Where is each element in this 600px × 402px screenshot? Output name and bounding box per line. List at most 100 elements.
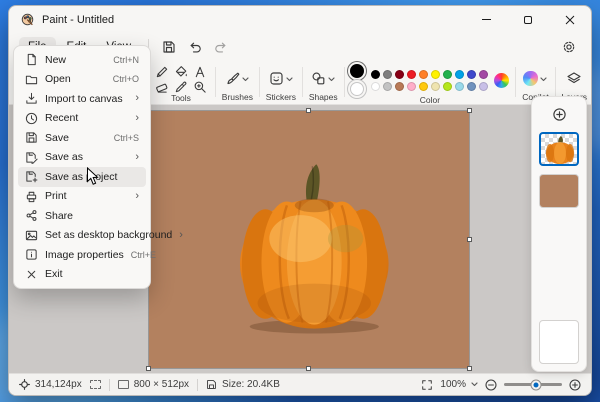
fill-bucket-icon [174,65,188,79]
maximize-button[interactable] [507,6,549,33]
color-section: Color [346,60,513,104]
shapes-section[interactable]: Shapes [305,60,342,104]
selection-handle[interactable] [146,366,151,371]
selection-handle[interactable] [306,366,311,371]
menu-item-import-to-canvas[interactable]: Import to canvas › [18,89,146,109]
color-swatch[interactable] [443,70,452,79]
file-size-indicator: Size: 20.4KB [206,379,280,390]
chevron-down-icon [471,379,478,390]
menu-item-open[interactable]: Open Ctrl+O [18,70,146,90]
gear-icon [562,40,576,54]
color-swatch[interactable] [419,70,428,79]
stickers-section[interactable]: Stickers [262,60,300,104]
copilot-icon [523,71,538,86]
menu-item-share[interactable]: Share [18,206,146,226]
maximize-icon [524,16,532,24]
file-size-value: Size: 20.4KB [222,379,280,390]
properties-icon [25,248,38,261]
mouse-cursor [86,167,99,186]
zoom-level-value: 100% [440,379,466,390]
color-swatch[interactable] [407,82,416,91]
layer-thumbnail-1[interactable] [539,132,579,166]
text-icon [193,65,207,79]
menu-item-save[interactable]: Save Ctrl+S [18,128,146,148]
selection-handle[interactable] [467,237,472,242]
color-swatch[interactable] [395,70,404,79]
save-icon [162,40,176,54]
color-swatch[interactable] [407,70,416,79]
color-swatch[interactable] [455,82,464,91]
selection-handle[interactable] [467,108,472,113]
color-swatch[interactable] [455,70,464,79]
zoom-slider[interactable] [504,383,562,386]
secondary-color-swatch[interactable] [350,82,364,96]
cursor-position-indicator: 314,124px [19,379,82,390]
undo-button[interactable] [183,36,207,58]
separator [555,67,556,97]
settings-button[interactable] [557,36,581,58]
close-icon [565,15,575,25]
add-layer-button[interactable] [549,104,569,124]
color-swatch[interactable] [467,70,476,79]
close-button[interactable] [549,6,591,33]
canvas[interactable] [149,111,469,368]
statusbar: 314,124px 800 × 512px Size: 20.4KB 100% [9,373,591,395]
magnifier-tool[interactable] [191,79,209,94]
layers-panel [531,96,587,372]
menu-item-new[interactable]: New Ctrl+N [18,50,146,70]
color-swatch[interactable] [383,82,392,91]
minimize-icon [482,19,491,20]
color-swatch[interactable] [431,82,440,91]
menu-item-set-as-desktop-background[interactable]: Set as desktop background › [18,226,146,246]
color-swatch[interactable] [479,82,488,91]
file-menu-dropdown: New Ctrl+N Open Ctrl+O Import to canvas … [13,45,151,289]
save-button[interactable] [157,36,181,58]
menu-item-exit[interactable]: Exit [18,265,146,285]
paint-window: Paint - Untitled File Edit View [8,5,592,396]
eraser-tool[interactable] [153,79,171,94]
minimize-button[interactable] [465,6,507,33]
text-tool[interactable] [191,64,209,79]
color-swatch[interactable] [383,70,392,79]
edit-colors-button[interactable] [494,73,509,88]
separator [215,67,216,97]
pencil-tool[interactable] [153,64,171,79]
separator [109,379,110,391]
menu-item-image-properties[interactable]: Image properties Ctrl+E [18,245,146,265]
color-swatch[interactable] [371,82,380,91]
submenu-chevron-icon: › [135,93,139,104]
redo-button[interactable] [209,36,233,58]
selection-handle[interactable] [467,366,472,371]
color-swatch[interactable] [395,82,404,91]
chevron-down-icon [328,69,335,87]
menu-item-recent[interactable]: Recent › [18,109,146,129]
color-swatch[interactable] [419,82,428,91]
zoom-in-button[interactable] [569,379,581,391]
color-swatch[interactable] [431,70,440,79]
desktop: Paint - Untitled File Edit View [0,0,600,402]
color-swatch[interactable] [443,82,452,91]
zoom-slider-knob[interactable] [531,380,540,389]
selection-handle[interactable] [306,108,311,113]
fit-to-screen-icon[interactable] [421,379,433,391]
sticker-icon [269,71,284,86]
color-swatches [369,68,489,92]
zoom-out-button[interactable] [485,379,497,391]
background-layer-thumbnail[interactable] [539,320,579,364]
color-swatch[interactable] [467,82,476,91]
primary-color-swatch[interactable] [350,64,364,78]
menu-item-print[interactable]: Print › [18,187,146,207]
layer-thumbnail-2[interactable] [539,174,579,208]
brush-icon [225,71,240,86]
brushes-section[interactable]: Brushes [218,60,257,104]
menu-item-save-as[interactable]: Save as › [18,148,146,168]
color-swatch[interactable] [479,70,488,79]
pumpkin-artwork [226,154,402,336]
redo-icon [214,40,228,54]
color-swatch[interactable] [371,70,380,79]
eyedropper-tool[interactable] [172,79,190,94]
menu-item-save-as-project[interactable]: Save as project [18,167,146,187]
fill-tool[interactable] [172,64,190,79]
zoom-level-dropdown[interactable]: 100% [440,379,478,390]
wallpaper-image-icon [25,229,38,242]
